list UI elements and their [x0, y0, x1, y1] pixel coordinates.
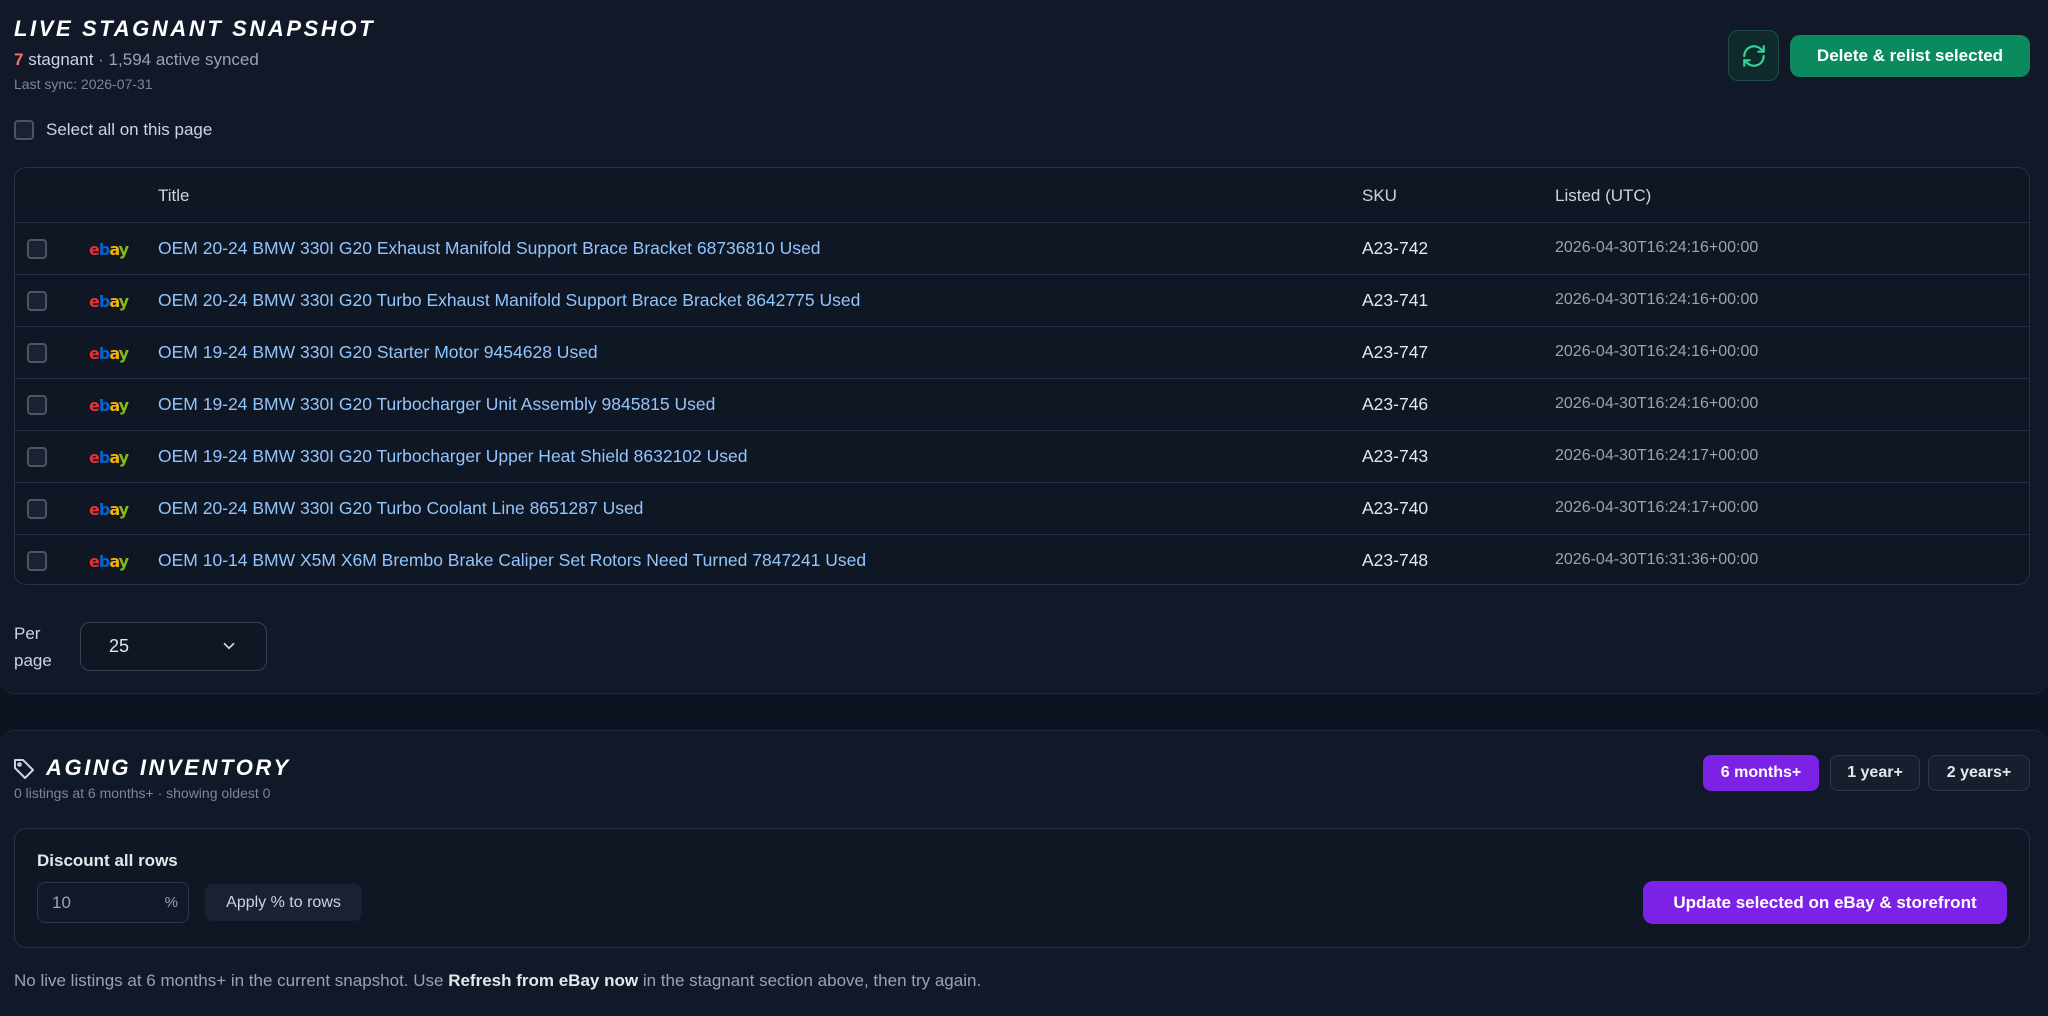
filter-2-years-button[interactable]: 2 years+ [1928, 755, 2030, 791]
stagnant-word: stagnant [28, 50, 94, 69]
listing-date: 2026-04-30T16:24:16+00:00 [1555, 239, 1759, 256]
listing-date: 2026-04-30T16:24:17+00:00 [1555, 447, 1759, 464]
aging-panel: AGING INVENTORY 0 listings at 6 months+ … [0, 730, 2048, 1016]
row-checkbox[interactable] [27, 499, 47, 519]
listing-date: 2026-04-30T16:24:16+00:00 [1555, 343, 1759, 360]
stagnant-summary: 7 stagnant · 1,594 active synced [14, 50, 259, 70]
listing-sku: A23-742 [1362, 238, 1429, 258]
stagnant-panel: LIVE STAGNANT SNAPSHOT 7 stagnant · 1,59… [0, 0, 2048, 694]
ebay-logo: ebay [89, 552, 129, 571]
apply-percent-button[interactable]: Apply % to rows [205, 884, 362, 921]
update-selected-button[interactable]: Update selected on eBay & storefront [1643, 881, 2007, 924]
listing-sku: A23-747 [1362, 342, 1429, 362]
listing-sku: A23-741 [1362, 290, 1429, 310]
table-row: ebay OEM 10-14 BMW X5M X6M Brembo Brake … [15, 535, 2029, 584]
per-page-select[interactable]: 25 [80, 622, 267, 671]
discount-box: Discount all rows 10 % Apply % to rows U… [14, 828, 2030, 948]
row-checkbox[interactable] [27, 291, 47, 311]
chevron-down-icon [223, 642, 235, 650]
percent-sign: % [164, 894, 178, 911]
listing-date: 2026-04-30T16:24:17+00:00 [1555, 499, 1759, 516]
stagnant-count: 7 [14, 50, 24, 69]
listing-date: 2026-04-30T16:24:16+00:00 [1555, 291, 1759, 308]
select-all-checkbox[interactable] [14, 120, 34, 140]
ebay-logo: ebay [89, 292, 129, 311]
ebay-logo: ebay [89, 240, 129, 259]
listing-title-link[interactable]: OEM 20-24 BMW 330I G20 Turbo Coolant Lin… [158, 498, 643, 519]
filter-6-months-button[interactable]: 6 months+ [1703, 755, 1819, 791]
discount-input[interactable]: 10 % [37, 882, 189, 923]
row-checkbox[interactable] [27, 551, 47, 571]
row-checkbox[interactable] [27, 395, 47, 415]
listing-title-link[interactable]: OEM 19-24 BMW 330I G20 Turbocharger Uppe… [158, 446, 748, 467]
tag-icon [14, 759, 34, 779]
listing-date: 2026-04-30T16:24:16+00:00 [1555, 395, 1759, 412]
aging-title: AGING INVENTORY [46, 755, 291, 780]
filter-1-year-button[interactable]: 1 year+ [1830, 755, 1920, 791]
empty-message-link: Refresh from eBay now [448, 971, 639, 990]
listing-title-link[interactable]: OEM 20-24 BMW 330I G20 Exhaust Manifold … [158, 238, 820, 259]
column-listed[interactable]: Listed (UTC) [1555, 186, 1651, 206]
row-checkbox[interactable] [27, 447, 47, 467]
listing-title-link[interactable]: OEM 20-24 BMW 330I G20 Turbo Exhaust Man… [158, 290, 860, 311]
column-title[interactable]: Title [158, 186, 190, 206]
listing-title-link[interactable]: OEM 19-24 BMW 330I G20 Turbocharger Unit… [158, 394, 715, 415]
table-row: ebay OEM 19-24 BMW 330I G20 Starter Moto… [15, 327, 2029, 379]
row-checkbox[interactable] [27, 343, 47, 363]
ebay-logo: ebay [89, 344, 129, 363]
table-row: ebay OEM 20-24 BMW 330I G20 Turbo Exhaus… [15, 275, 2029, 327]
table-row: ebay OEM 20-24 BMW 330I G20 Exhaust Mani… [15, 223, 2029, 275]
discount-label: Discount all rows [37, 851, 178, 870]
empty-message: No live listings at 6 months+ in the cur… [14, 971, 981, 991]
last-sync: Last sync: 2026-07-31 [14, 76, 153, 92]
ebay-logo: ebay [89, 448, 129, 467]
listing-title-link[interactable]: OEM 19-24 BMW 330I G20 Starter Motor 945… [158, 342, 598, 363]
listing-sku: A23-748 [1362, 550, 1429, 570]
stagnant-title: LIVE STAGNANT SNAPSHOT [14, 16, 376, 41]
empty-message-part2: in the stagnant section above, then try … [642, 971, 982, 990]
select-all[interactable]: Select all on this page [14, 120, 212, 140]
listing-sku: A23-746 [1362, 394, 1429, 414]
column-sku[interactable]: SKU [1362, 186, 1397, 206]
per-page-value: 25 [109, 636, 130, 656]
empty-message-part1: No live listings at 6 months+ in the cur… [14, 971, 444, 990]
table-row: ebay OEM 19-24 BMW 330I G20 Turbocharger… [15, 379, 2029, 431]
listing-title-link[interactable]: OEM 10-14 BMW X5M X6M Brembo Brake Calip… [158, 550, 866, 571]
refresh-icon [1742, 44, 1765, 67]
per-page-label: Per page [14, 620, 64, 674]
per-page-label-line1: Per [14, 624, 41, 643]
table-row: ebay OEM 19-24 BMW 330I G20 Turbocharger… [15, 431, 2029, 483]
listing-sku: A23-743 [1362, 446, 1429, 466]
ebay-logo: ebay [89, 500, 129, 519]
discount-value: 10 [52, 892, 71, 912]
ebay-logo: ebay [89, 396, 129, 415]
active-synced-count: · 1,594 active synced [98, 50, 259, 69]
table-header: Title SKU Listed (UTC) [15, 168, 2029, 223]
per-page-label-line2: page [14, 651, 52, 670]
table-row: ebay OEM 20-24 BMW 330I G20 Turbo Coolan… [15, 483, 2029, 535]
listing-sku: A23-740 [1362, 498, 1429, 518]
row-checkbox[interactable] [27, 239, 47, 259]
listing-date: 2026-04-30T16:31:36+00:00 [1555, 551, 1759, 568]
aging-subtitle: 0 listings at 6 months+ · showing oldest… [14, 785, 271, 801]
delete-relist-button[interactable]: Delete & relist selected [1790, 35, 2030, 77]
stagnant-table: Title SKU Listed (UTC) ebay OEM 20-24 BM… [14, 167, 2030, 585]
refresh-button[interactable] [1728, 30, 1779, 81]
select-all-label: Select all on this page [46, 120, 213, 139]
